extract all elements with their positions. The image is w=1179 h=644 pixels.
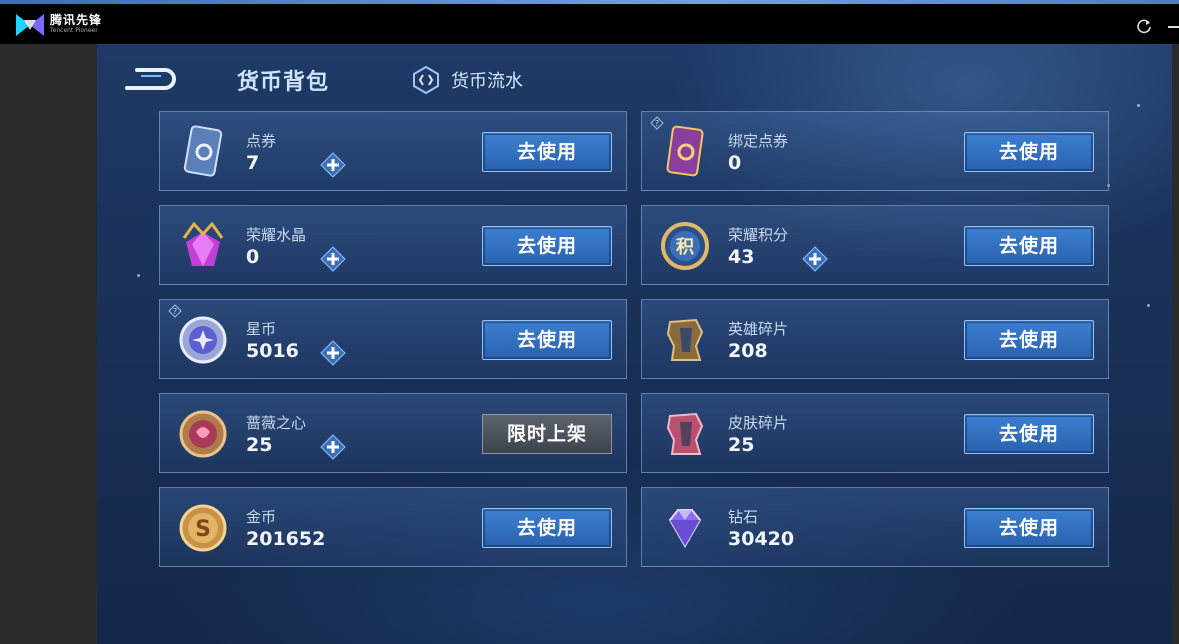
sparkle xyxy=(137,274,140,277)
brand-subtitle: Tencent Pioneer xyxy=(50,27,98,34)
use-button[interactable]: 去使用 xyxy=(482,132,612,172)
currency-card: 点券 7 去使用 xyxy=(159,111,627,191)
hero-fragment-icon xyxy=(666,318,704,361)
right-sidebar xyxy=(1172,44,1179,644)
currency-name: 荣耀积分 xyxy=(728,226,789,244)
add-currency-icon[interactable] xyxy=(320,152,346,178)
currency-card: 钻石 30420 去使用 xyxy=(641,487,1109,567)
currency-value: 30420 xyxy=(728,528,795,550)
svg-text:积: 积 xyxy=(676,237,694,258)
voucher-card-icon xyxy=(183,125,223,177)
currency-name: 绑定点券 xyxy=(728,132,789,150)
refresh-icon[interactable] xyxy=(1136,18,1152,34)
currency-flow-label: 货币流水 xyxy=(451,71,523,92)
use-button[interactable]: 去使用 xyxy=(964,320,1094,360)
currency-card: ? 绑定点券 0 去使用 xyxy=(641,111,1109,191)
currency-card: 荣耀水晶 0 去使用 xyxy=(159,205,627,285)
limited-time-button[interactable]: 限时上架 xyxy=(482,414,612,454)
currency-value: 5016 xyxy=(246,340,299,362)
page-title: 货币背包 xyxy=(237,70,330,95)
app-logo-icon xyxy=(16,14,44,36)
glory-points-icon: 积 xyxy=(661,222,709,270)
rose-heart-icon xyxy=(179,410,227,458)
currency-name: 英雄碎片 xyxy=(728,320,789,338)
currency-name: 点券 xyxy=(246,132,277,150)
currency-value: 7 xyxy=(246,152,260,174)
currency-flow-icon xyxy=(413,65,439,95)
brand: 腾讯先锋 Tencent Pioneer xyxy=(50,14,102,35)
use-button[interactable]: 去使用 xyxy=(964,226,1094,266)
left-sidebar xyxy=(0,44,97,644)
sparkle xyxy=(1137,104,1140,107)
currency-value: 43 xyxy=(728,246,755,268)
currency-name: 蔷薇之心 xyxy=(246,414,307,432)
star-coin-icon xyxy=(179,316,227,364)
use-button[interactable]: 去使用 xyxy=(964,508,1094,548)
diamond-icon xyxy=(668,509,702,549)
back-button[interactable] xyxy=(123,64,179,94)
currency-card: 英雄碎片 208 去使用 xyxy=(641,299,1109,379)
currency-value: 208 xyxy=(728,340,768,362)
currency-card: ? 星币 5016 去使用 xyxy=(159,299,627,379)
currency-card: S 金币 201652 去使用 xyxy=(159,487,627,567)
currency-card: 皮肤碎片 25 去使用 xyxy=(641,393,1109,473)
currency-value: 25 xyxy=(728,434,755,456)
use-button[interactable]: 去使用 xyxy=(964,132,1094,172)
currency-name: 荣耀水晶 xyxy=(246,226,307,244)
currency-flow-tab[interactable]: 货币流水 xyxy=(411,65,523,95)
glory-crystal-icon xyxy=(182,221,224,266)
skin-fragment-icon xyxy=(666,412,704,455)
use-button[interactable]: 去使用 xyxy=(482,226,612,266)
currency-name: 星币 xyxy=(246,320,277,338)
use-button[interactable]: 去使用 xyxy=(482,508,612,548)
currency-value: 25 xyxy=(246,434,273,456)
title-bar: 腾讯先锋 Tencent Pioneer xyxy=(0,4,1179,44)
currency-value: 0 xyxy=(728,152,742,174)
minimize-icon[interactable] xyxy=(1168,26,1179,28)
add-currency-icon[interactable] xyxy=(802,246,828,272)
currency-card: 蔷薇之心 25 限时上架 xyxy=(159,393,627,473)
svg-text:?: ? xyxy=(655,119,659,128)
game-screen: 货币背包 货币流水 点券 7 去使用? 绑定点券 0 去使用 荣耀水晶 0 去使用积荣耀积分 43… xyxy=(97,44,1172,644)
bound-voucher-card-icon xyxy=(666,125,704,177)
currency-name: 金币 xyxy=(246,508,277,526)
gold-coin-icon: S xyxy=(179,504,227,552)
currency-value: 0 xyxy=(246,246,260,268)
currency-name: 皮肤碎片 xyxy=(728,414,789,432)
currency-value: 201652 xyxy=(246,528,326,550)
add-currency-icon[interactable] xyxy=(320,246,346,272)
svg-text:S: S xyxy=(195,517,211,542)
info-icon[interactable]: ? xyxy=(650,116,664,130)
brand-name: 腾讯先锋 xyxy=(50,13,103,27)
add-currency-icon[interactable] xyxy=(320,434,346,460)
use-button[interactable]: 去使用 xyxy=(964,414,1094,454)
info-icon[interactable]: ? xyxy=(168,304,182,318)
svg-text:?: ? xyxy=(173,307,177,316)
currency-name: 钻石 xyxy=(728,508,759,526)
sparkle xyxy=(1147,304,1150,307)
add-currency-icon[interactable] xyxy=(320,340,346,366)
use-button[interactable]: 去使用 xyxy=(482,320,612,360)
currency-card: 积 荣耀积分 43 去使用 xyxy=(641,205,1109,285)
